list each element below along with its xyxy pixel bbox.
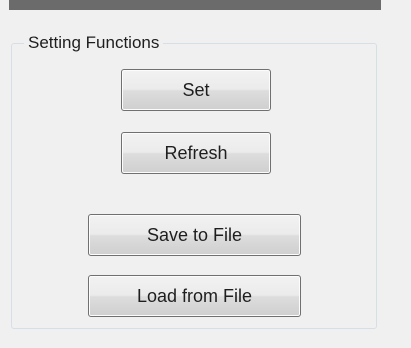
- top-separator-bar: [9, 0, 381, 10]
- load-from-file-button[interactable]: Load from File: [88, 275, 301, 317]
- save-to-file-button[interactable]: Save to File: [88, 214, 301, 256]
- set-button[interactable]: Set: [121, 69, 271, 111]
- refresh-button[interactable]: Refresh: [121, 132, 271, 174]
- group-title: Setting Functions: [24, 33, 164, 53]
